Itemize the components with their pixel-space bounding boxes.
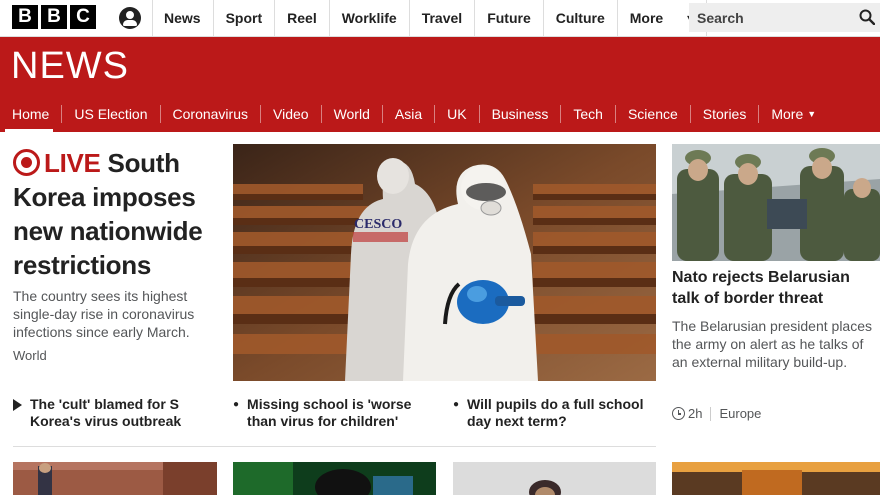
live-label: LIVE xyxy=(44,148,101,178)
section-nav-science[interactable]: Science xyxy=(614,105,690,123)
lead-headline-link[interactable]: LIVE South Korea imposes new nationwide … xyxy=(13,146,218,282)
logo-letter-c: C xyxy=(70,5,96,29)
top-nav-more-label: More xyxy=(629,10,664,26)
section-nav-asia[interactable]: Asia xyxy=(381,105,434,123)
lead-section-tag[interactable]: World xyxy=(13,348,47,363)
thumbnail-2[interactable] xyxy=(233,462,436,495)
news-header: NEWS Home US Election Coronavirus Video … xyxy=(0,37,880,133)
section-nav-more[interactable]: More ▼ xyxy=(758,105,828,123)
caret-down-icon: ▼ xyxy=(807,109,817,119)
side-story-time: 2h xyxy=(688,406,703,421)
side-story-section-tag[interactable]: Europe xyxy=(719,406,761,421)
search-icon[interactable] xyxy=(859,9,875,25)
lead-headline: South Korea imposes new nationwide restr… xyxy=(13,148,203,280)
section-nav-world[interactable]: World xyxy=(320,105,382,123)
soldiers-photo xyxy=(672,144,880,261)
fire-photo xyxy=(672,462,880,495)
section-nav-uk[interactable]: UK xyxy=(434,105,478,123)
lead-summary: The country sees its highest single-day … xyxy=(13,288,195,340)
top-nav-reel[interactable]: Reel xyxy=(275,0,330,36)
section-nav-more-label: More xyxy=(771,106,804,122)
related-link-1-text: The 'cult' blamed for S Korea's virus ou… xyxy=(30,396,182,429)
portrait-photo xyxy=(453,462,656,495)
related-link-2[interactable]: ● Missing school is 'worse than virus fo… xyxy=(233,396,443,430)
section-nav-business[interactable]: Business xyxy=(478,105,561,123)
top-nav-future[interactable]: Future xyxy=(475,0,544,36)
section-nav-tech[interactable]: Tech xyxy=(560,105,615,123)
bullet-icon: ● xyxy=(453,399,460,410)
bullet-icon: ● xyxy=(233,399,240,410)
thumbnail-4[interactable] xyxy=(672,462,880,495)
disinfection-workers-photo: CESCO xyxy=(233,144,656,381)
section-nav-coronavirus[interactable]: Coronavirus xyxy=(159,105,260,123)
logo-letter-b1: B xyxy=(12,5,38,29)
section-nav-stories[interactable]: Stories xyxy=(689,105,759,123)
side-story-meta: 2h Europe xyxy=(672,406,761,421)
top-nav: News Sport Reel Worklife Travel Future C… xyxy=(152,0,708,36)
street-photo xyxy=(13,462,217,495)
section-nav-video[interactable]: Video xyxy=(260,105,321,123)
related-link-1[interactable]: The 'cult' blamed for S Korea's virus ou… xyxy=(13,396,213,430)
top-nav-worklife[interactable]: Worklife xyxy=(330,0,410,36)
divider xyxy=(13,446,656,447)
news-logo[interactable]: NEWS xyxy=(11,45,129,88)
clock-icon xyxy=(672,407,685,420)
logo-letter-b2: B xyxy=(41,5,67,29)
divider xyxy=(710,406,712,421)
related-link-2-text: Missing school is 'worse than virus for … xyxy=(247,396,412,429)
search-input[interactable] xyxy=(689,3,849,32)
side-story-summary: The Belarusian president places the army… xyxy=(672,318,873,370)
bbc-logo[interactable]: B B C xyxy=(12,5,96,29)
play-icon xyxy=(13,399,22,411)
global-header: B B C News Sport Reel Worklife Travel Fu… xyxy=(0,0,880,37)
side-story-image[interactable] xyxy=(672,144,880,261)
related-link-3-text: Will pupils do a full school day next te… xyxy=(467,396,644,429)
section-nav-home[interactable]: Home xyxy=(0,105,61,133)
related-link-3[interactable]: ● Will pupils do a full school day next … xyxy=(453,396,653,430)
green-photo xyxy=(233,462,436,495)
top-nav-culture[interactable]: Culture xyxy=(544,0,618,36)
lead-story-image[interactable]: CESCO xyxy=(233,144,656,381)
top-nav-sport[interactable]: Sport xyxy=(214,0,276,36)
live-icon xyxy=(13,149,40,176)
side-story-headline[interactable]: Nato rejects Belarusian talk of border t… xyxy=(672,267,872,309)
thumbnail-1[interactable] xyxy=(13,462,217,495)
thumbnail-3[interactable] xyxy=(453,462,656,495)
search-box xyxy=(689,3,880,32)
account-icon[interactable] xyxy=(119,7,141,29)
top-nav-news[interactable]: News xyxy=(152,0,214,36)
section-nav: Home US Election Coronavirus Video World… xyxy=(0,100,828,133)
top-nav-travel[interactable]: Travel xyxy=(410,0,476,36)
cesco-label: CESCO xyxy=(354,217,402,232)
section-nav-us-election[interactable]: US Election xyxy=(61,105,159,123)
